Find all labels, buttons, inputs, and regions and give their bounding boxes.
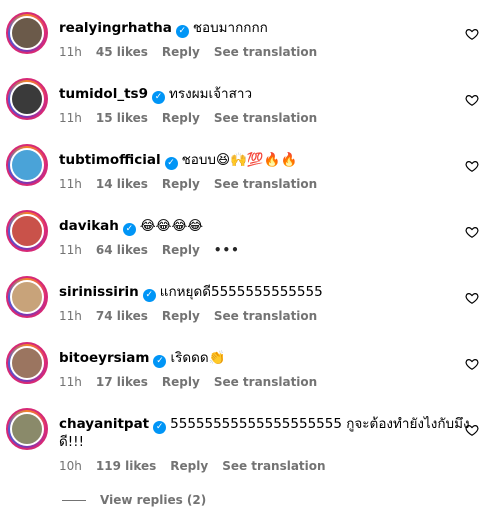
avatar[interactable] [6,12,48,54]
comment-text: 55555555555555555555 กูจะต้องทำยังไงกับม… [170,416,470,432]
see-translation-button[interactable]: See translation [214,111,317,125]
comment-username[interactable]: sirinissirin [59,284,139,300]
comment-text: ชอบบ😆🙌💯🔥🔥 [181,152,298,168]
verified-badge-icon: ✓ [142,289,156,302]
see-translation-button[interactable]: See translation [214,375,317,389]
reply-button[interactable]: Reply [162,243,200,257]
avatar[interactable] [6,408,48,450]
reply-button[interactable]: Reply [170,459,208,473]
avatar[interactable] [6,342,48,384]
verified-badge-icon: ✓ [164,157,178,170]
see-translation-button[interactable]: See translation [214,45,317,59]
verified-badge-icon: ✓ [151,91,165,104]
divider [62,500,86,501]
comment-username[interactable]: bitoeyrsiam [59,350,149,366]
see-translation-button[interactable]: See translation [214,177,317,191]
reply-button[interactable]: Reply [162,111,200,125]
comment-time: 11h [59,111,82,125]
comment-time: 11h [59,375,82,389]
reply-button[interactable]: Reply [162,45,200,59]
see-translation-button[interactable]: See translation [214,309,317,323]
likes-count[interactable]: 64 likes [96,243,148,257]
heart-icon[interactable] [465,225,479,239]
comment-time: 10h [59,459,82,473]
comment-time: 11h [59,45,82,59]
verified-badge-icon: ✓ [122,223,136,236]
likes-count[interactable]: 17 likes [96,375,148,389]
comment-text: เริดดด👏 [170,350,226,366]
comment-text: ชอบมากกกก [192,20,268,36]
more-options-icon[interactable]: ••• [214,243,240,257]
likes-count[interactable]: 45 likes [96,45,148,59]
likes-count[interactable]: 15 likes [96,111,148,125]
view-replies-row: View replies (2) [62,492,206,508]
comment-text: แกหยุดดี5555555555555 [159,284,323,300]
view-replies-button[interactable]: View replies (2) [100,493,206,507]
verified-badge-icon: ✓ [153,355,167,368]
likes-count[interactable]: 119 likes [96,459,156,473]
likes-count[interactable]: 74 likes [96,309,148,323]
verified-badge-icon: ✓ [175,25,189,38]
comment-time: 11h [59,177,82,191]
avatar[interactable] [6,78,48,120]
verified-badge-icon: ✓ [153,421,167,434]
comment-username[interactable]: tumidol_ts9 [59,86,148,102]
comment-username[interactable]: chayanitpat [59,416,149,432]
comment-text: ทรงผมเจ้าสาว [168,86,253,102]
likes-count[interactable]: 14 likes [96,177,148,191]
heart-icon[interactable] [465,93,479,107]
reply-button[interactable]: Reply [162,177,200,191]
see-translation-button[interactable]: See translation [222,459,325,473]
avatar[interactable] [6,210,48,252]
heart-icon[interactable] [465,357,479,371]
comment-time: 11h [59,309,82,323]
reply-button[interactable]: Reply [162,309,200,323]
avatar[interactable] [6,144,48,186]
heart-icon[interactable] [465,159,479,173]
heart-icon[interactable] [465,291,479,305]
avatar[interactable] [6,276,48,318]
heart-icon[interactable] [465,27,479,41]
heart-icon[interactable] [465,423,479,437]
comment-username[interactable]: davikah [59,218,119,234]
comment-text-continued: ดี!!! [59,434,85,450]
reply-button[interactable]: Reply [162,375,200,389]
comment-time: 11h [59,243,82,257]
comment-username[interactable]: tubtimofficial [59,152,161,168]
comment-text: 😂😂😂😂 [139,218,204,234]
comment-username[interactable]: realyingrhatha [59,20,172,36]
